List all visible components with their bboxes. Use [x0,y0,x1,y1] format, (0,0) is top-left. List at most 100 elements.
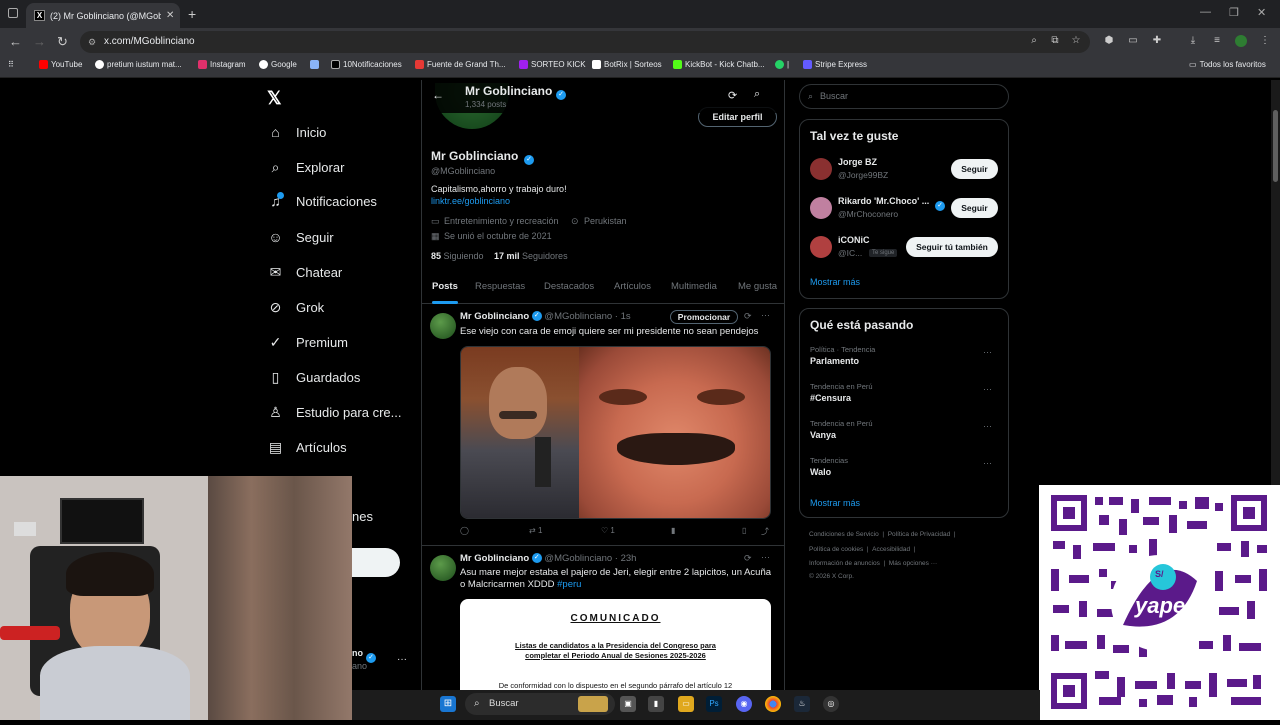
follow-button[interactable]: Seguir [951,159,998,179]
tab-search-icon[interactable] [8,8,18,18]
followers-stat[interactable]: 17 mil Seguidores [494,251,568,261]
menu-icon[interactable]: ⋮ [1259,35,1271,47]
post-author[interactable]: Mr Goblinciano ✓ @MGoblinciano · 23h [460,553,636,564]
bookmark-fuente-gta[interactable]: Fuente de Grand Th... [415,60,506,69]
scrollbar-thumb[interactable] [1273,110,1278,182]
profile-verified-icon[interactable]: ✓ [524,151,534,169]
following-stat[interactable]: 85 Siguiendo [431,251,484,261]
trend-item[interactable]: Tendencia en Perú Vanya ··· [810,419,1000,449]
star-icon[interactable]: ☆ [1070,35,1082,47]
tab-posts[interactable]: Posts [432,277,458,304]
reply-icon[interactable]: ◯ [460,526,469,535]
nav-premium[interactable]: ✓ Premium [267,334,348,351]
nav-chatear[interactable]: ✉ Chatear [267,264,343,281]
post-author[interactable]: Mr Goblinciano ✓ @MGoblinciano · 1s [460,311,631,322]
repost-button[interactable]: ⇄ 1 [529,526,542,535]
post-more-icon[interactable]: ··· [761,552,770,562]
avatar[interactable] [810,158,832,180]
bookmark-botrix[interactable]: BotRix | Sorteos [592,60,662,69]
show-more-suggestions[interactable]: Mostrar más [810,277,860,287]
trend-more-icon[interactable]: ··· [983,458,992,468]
forward-icon[interactable]: → [33,34,46,49]
nav-explorar[interactable]: ⌕ Explorar [267,159,345,176]
footer-links-row[interactable]: Política de cookies | Accesibilidad | [809,546,915,553]
post-item[interactable]: Mr Goblinciano ✓ @MGoblinciano · 1s Prom… [422,305,784,546]
file-explorer-icon[interactable]: ▭ [678,696,694,712]
download-icon[interactable]: ⤓ [1187,35,1199,47]
refresh-icon[interactable]: ⟳ [728,89,737,102]
new-tab-icon[interactable]: + [188,6,196,22]
bookmark-10notificaciones[interactable]: 10Notificaciones [331,60,402,69]
bookmark-stripe[interactable]: Stripe Express [803,60,867,69]
post-button[interactable] [352,548,400,577]
tab-me-gusta[interactable]: Me gusta [738,277,777,304]
share-icon[interactable]: ⤴ [761,526,769,537]
trend-more-icon[interactable]: ··· [983,421,992,431]
bookmark-post-icon[interactable]: ▯ [742,526,746,535]
search-highlight-icon[interactable] [578,696,608,712]
avatar[interactable] [810,197,832,219]
profile-joined[interactable]: Se unió el octubre de 2021 [444,231,552,241]
post-image[interactable] [460,346,771,519]
bookmark-pretium[interactable]: pretium iustum mat... [95,60,182,69]
suggestion-item[interactable]: Jorge BZ @Jorge99BZ Seguir [810,156,1000,186]
nav-grok[interactable]: ⊘ Grok [267,299,325,316]
footer-links-row[interactable]: Condiciones de Servicio | Política de Pr… [809,531,956,538]
discord-icon[interactable]: ◉ [736,696,752,712]
site-info-icon[interactable]: ⚙ [88,31,96,53]
tab-articulos[interactable]: Artículos [614,277,651,304]
bookmark-unnamed[interactable] [310,60,319,69]
trend-more-icon[interactable]: ··· [983,384,992,394]
photoshop-icon[interactable]: Ps [706,696,722,712]
all-bookmarks-folder[interactable]: ▭ Todos los favoritos [1189,60,1266,69]
task-view-icon[interactable]: ▣ [620,696,636,712]
views-icon[interactable]: ▮ [671,526,675,535]
chrome-icon[interactable] [765,696,781,712]
promote-button[interactable]: Promocionar [670,310,738,324]
nav-guardados[interactable]: ▯ Guardados [267,369,361,386]
extension-shield-icon[interactable]: ⬢ [1103,35,1115,47]
search-input[interactable]: ⌕ Buscar [799,84,1009,109]
tab-destacados[interactable]: Destacados [544,277,594,304]
bookmark-whatsapp[interactable]: | [775,60,789,69]
close-window-icon[interactable]: ✕ [1257,6,1266,19]
follow-button[interactable]: Seguir [951,198,998,218]
avatar[interactable] [810,236,832,258]
tab-multimedia[interactable]: Multimedia [671,277,717,304]
like-button[interactable]: ♡ 1 [601,526,615,535]
maximize-icon[interactable]: ❐ [1229,6,1239,19]
bookmark-instagram[interactable]: Instagram [198,60,246,69]
windows-start-icon[interactable]: ⊞ [440,696,456,712]
account-more-icon[interactable]: ··· [397,654,407,665]
post-document-image[interactable]: COMUNICADO Listas de candidatos a la Pre… [460,599,771,690]
grok-post-icon[interactable]: ⟳ [744,553,752,564]
post-avatar[interactable] [430,313,456,339]
trend-item[interactable]: Tendencias Walo ··· [810,456,1000,486]
app-icon-2[interactable]: ◎ [823,696,839,712]
x-logo[interactable]: 𝕏 [267,88,282,109]
profile-link[interactable]: linktr.ee/goblinciano [431,196,510,206]
bookmark-kickbot[interactable]: KickBot - Kick Chatb... [673,60,765,69]
follow-back-button[interactable]: Seguir tú también [906,237,998,257]
profile-avatar-icon[interactable] [1235,35,1247,47]
nav-inicio[interactable]: ⌂ Inicio [267,124,326,141]
bookmark-google[interactable]: Google [259,60,297,69]
apps-icon[interactable]: ⠿ [8,60,14,69]
grok-post-icon[interactable]: ⟳ [744,311,752,322]
reload-icon[interactable]: ↻ [57,34,68,50]
trend-item[interactable]: Política · Tendencia Parlamento ··· [810,345,1000,375]
media-icon[interactable]: ≡ [1211,35,1223,47]
post-avatar[interactable] [430,555,456,581]
bookmark-sorteo-kick[interactable]: SORTEO KICK [519,60,586,69]
app-icon[interactable]: ▮ [648,696,664,712]
nav-articulos[interactable]: ▤ Artículos [267,439,347,456]
suggestion-item[interactable]: iCONiC @IC... Te sigue Seguir tú también [810,234,1000,264]
trend-more-icon[interactable]: ··· [983,347,992,357]
tab-respuestas[interactable]: Respuestas [475,277,525,304]
post-more-icon[interactable]: ··· [761,310,770,320]
tab-close-icon[interactable]: ✕ [166,10,180,21]
post-item[interactable]: Mr Goblinciano ✓ @MGoblinciano · 23h ⟳ ·… [422,547,784,690]
cast-icon[interactable]: ⧉ [1049,35,1061,47]
bookmark-youtube[interactable]: YouTube [39,60,82,69]
minimize-icon[interactable]: — [1200,6,1211,18]
